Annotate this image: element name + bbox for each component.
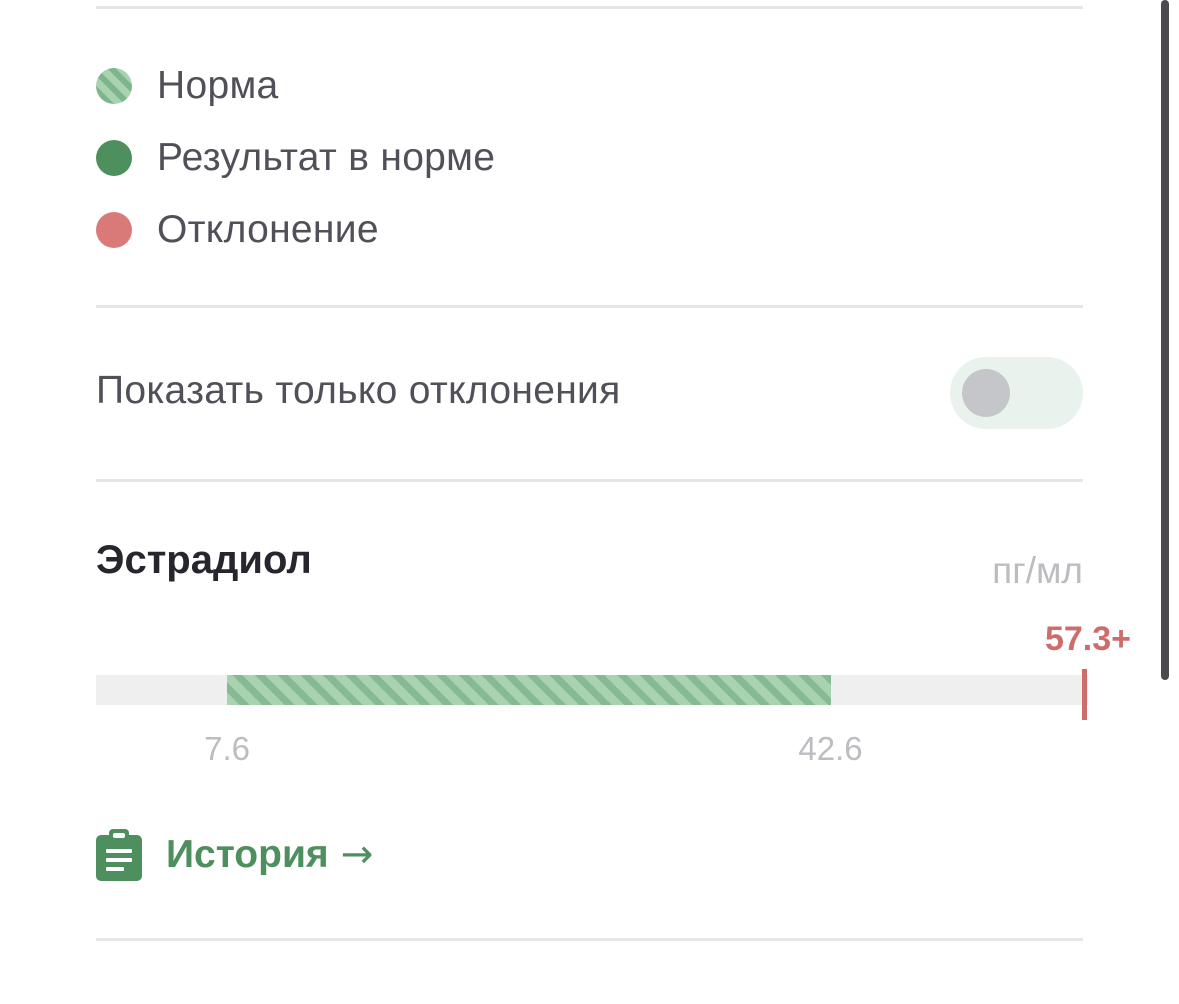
legend-result-normal-dot-icon (96, 140, 132, 176)
legend-item-deviation: Отклонение (96, 205, 379, 255)
norm-high-tick-label: 42.6 (798, 730, 863, 767)
arrow-right-icon: → (340, 832, 374, 877)
legend-item-norm: Норма (96, 61, 279, 111)
toggle-knob (962, 369, 1010, 417)
legend-deviation-dot-icon (96, 212, 132, 248)
legend-result-normal-label: Результат в норме (157, 136, 496, 179)
clipboard-icon (96, 828, 142, 881)
bottom-divider (96, 938, 1083, 941)
legend-divider (96, 305, 1083, 308)
show-deviations-only-row: Показать только отклонения (96, 357, 1083, 429)
show-deviations-only-toggle[interactable] (950, 357, 1083, 429)
top-divider (96, 6, 1083, 9)
vertical-scrollbar[interactable] (1161, 0, 1169, 680)
legend-item-result-normal: Результат в норме (96, 133, 495, 183)
reference-range-track (96, 675, 1088, 705)
history-label: История (166, 832, 329, 876)
analyte-unit: пг/мл (992, 550, 1083, 591)
show-deviations-only-label: Показать только отклонения (96, 369, 621, 412)
norm-low-tick-label: 7.6 (204, 730, 250, 767)
norm-range-band (227, 675, 831, 705)
analysis-results-panel: Норма Результат в норме Отклонение Показ… (0, 0, 1179, 1004)
result-value-label: 57.3+ (1044, 620, 1131, 658)
legend-norm-label: Норма (157, 64, 279, 107)
filter-divider (96, 479, 1083, 482)
legend-deviation-label: Отклонение (157, 208, 379, 251)
legend-norm-striped-dot-icon (96, 68, 132, 104)
result-marker (1082, 669, 1087, 720)
history-link[interactable]: История → (96, 827, 373, 882)
analyte-name: Эстрадиол (96, 538, 312, 582)
